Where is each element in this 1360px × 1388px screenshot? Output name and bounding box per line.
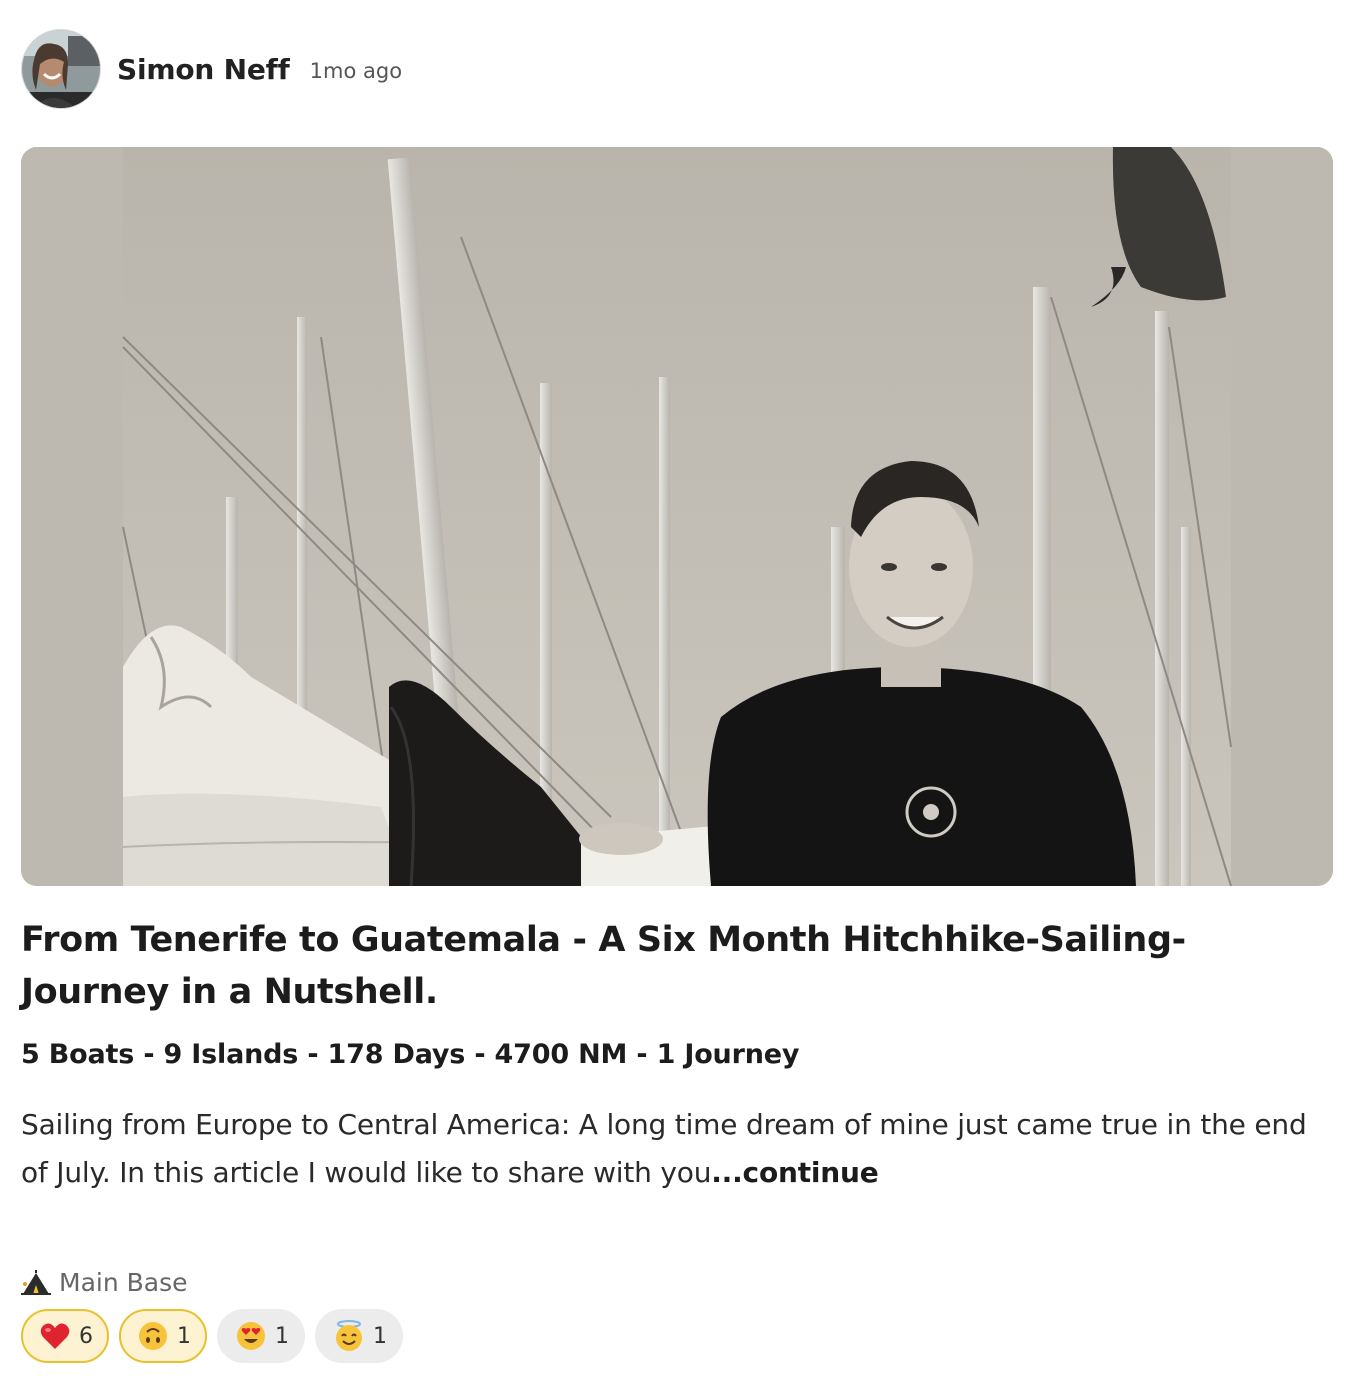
reaction-upside-down-face[interactable]: 1: [119, 1309, 207, 1363]
reaction-count: 6: [79, 1323, 93, 1349]
post-timestamp: 1mo ago: [309, 59, 403, 83]
halo-face-icon: [333, 1320, 365, 1352]
post-subtitle: 5 Boats - 9 Islands - 178 Days - 4700 NM…: [21, 1039, 800, 1070]
reaction-heart[interactable]: 6: [21, 1309, 109, 1363]
reactions-bar: 6 1 1 1: [21, 1309, 403, 1363]
heart-icon: [39, 1320, 71, 1352]
upside-down-face-icon: [137, 1320, 169, 1352]
author-name[interactable]: Simon Neff: [117, 53, 290, 86]
reaction-count: 1: [373, 1323, 387, 1349]
post-excerpt: Sailing from Europe to Central America: …: [21, 1101, 1333, 1197]
reaction-heart-eyes[interactable]: 1: [217, 1309, 305, 1363]
community-label: Main Base: [59, 1268, 188, 1297]
post-header: Simon Neff 1mo ago: [21, 28, 1333, 110]
post-cover-image[interactable]: [21, 147, 1333, 886]
reaction-count: 1: [275, 1323, 289, 1349]
reaction-halo-face[interactable]: 1: [315, 1309, 403, 1363]
heart-eyes-face-icon: [235, 1320, 267, 1352]
reaction-count: 1: [177, 1323, 191, 1349]
author-avatar[interactable]: [21, 29, 101, 109]
tent-icon: [21, 1269, 51, 1295]
feed-post: Simon Neff 1mo ago From Tenerife to Guat…: [21, 28, 1333, 1363]
post-excerpt-text: Sailing from Europe to Central America: …: [21, 1108, 1307, 1189]
continue-reading-link[interactable]: ...continue: [711, 1156, 879, 1189]
community-tag[interactable]: Main Base: [21, 1268, 188, 1297]
post-title[interactable]: From Tenerife to Guatemala - A Six Month…: [21, 914, 1333, 1018]
